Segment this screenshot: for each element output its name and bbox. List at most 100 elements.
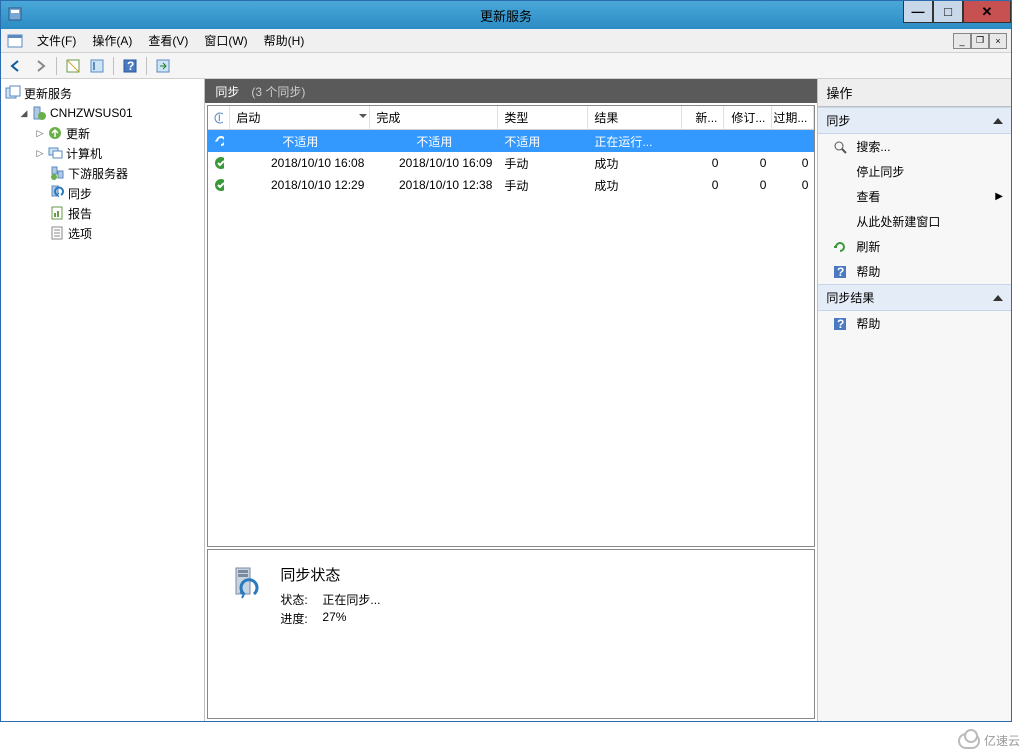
mdi-minimize-button[interactable]: _ bbox=[953, 33, 971, 49]
blank-icon bbox=[832, 214, 848, 230]
menu-action[interactable]: 操作(A) bbox=[84, 29, 140, 52]
properties-button[interactable] bbox=[86, 55, 108, 77]
actions-section-sync-result[interactable]: 同步结果 bbox=[818, 284, 1011, 311]
downstream-icon bbox=[49, 165, 65, 181]
menubar: 文件(F) 操作(A) 查看(V) 窗口(W) 帮助(H) _ ❐ × bbox=[1, 29, 1011, 53]
window-title: 更新服务 bbox=[480, 6, 532, 25]
tree-node-label: 报告 bbox=[68, 205, 92, 222]
success-icon bbox=[214, 156, 224, 170]
blank-icon bbox=[832, 164, 848, 180]
col-new[interactable]: 新... bbox=[682, 106, 724, 129]
help-icon: ? bbox=[832, 316, 848, 332]
tree-node-updates[interactable]: ▷ 更新 bbox=[3, 123, 202, 143]
menu-help[interactable]: 帮助(H) bbox=[256, 29, 313, 52]
detail-title: 同步状态 bbox=[280, 564, 380, 585]
menu-window[interactable]: 窗口(W) bbox=[196, 29, 255, 52]
tree-node-reports[interactable]: 报告 bbox=[3, 203, 202, 223]
sync-toolbar-button[interactable] bbox=[152, 55, 174, 77]
svg-text:?: ? bbox=[127, 59, 134, 73]
toolbar-separator bbox=[56, 57, 57, 75]
center-title: 同步 bbox=[215, 83, 239, 100]
app-window: 更新服务 — □ ✕ 文件(F) 操作(A) 查看(V) 窗口(W) 帮助(H)… bbox=[0, 0, 1012, 722]
tree-node-options[interactable]: 选项 bbox=[3, 223, 202, 243]
detail-pane: 同步状态 状态: 正在同步... 进度: 27% bbox=[207, 549, 815, 719]
svg-text:?: ? bbox=[837, 265, 844, 279]
minimize-button[interactable]: — bbox=[903, 1, 933, 23]
help-icon: ? bbox=[832, 264, 848, 280]
tree-node-downstream[interactable]: 下游服务器 bbox=[3, 163, 202, 183]
submenu-arrow-icon: ▶ bbox=[995, 191, 1003, 202]
svg-text:i: i bbox=[218, 112, 221, 124]
help-button[interactable]: ? bbox=[119, 55, 141, 77]
sort-indicator-icon bbox=[359, 114, 367, 118]
mdi-restore-button[interactable]: ❐ bbox=[971, 33, 989, 49]
center-pane: 同步 (3 个同步) i 启动 完成 类型 结果 新... 修订... 过期..… bbox=[205, 79, 818, 721]
actions-section-sync[interactable]: 同步 bbox=[818, 107, 1011, 134]
tree-root-label: 更新服务 bbox=[24, 85, 72, 102]
maximize-button[interactable]: □ bbox=[933, 1, 963, 23]
table-row[interactable]: 2018/10/10 16:08 2018/10/10 16:09 手动 成功 … bbox=[208, 152, 814, 174]
close-button[interactable]: ✕ bbox=[963, 1, 1011, 23]
table-row[interactable]: 不适用 不适用 不适用 正在运行... bbox=[208, 130, 814, 152]
expander-icon[interactable]: ◢ bbox=[17, 106, 31, 120]
grid-header: i 启动 完成 类型 结果 新... 修订... 过期... bbox=[208, 106, 814, 130]
collapse-icon bbox=[993, 295, 1003, 301]
tree-pane: 更新服务 ◢ CNHZWSUS01 ▷ 更新 ▷ 计算机 下游服务器 bbox=[1, 79, 205, 721]
back-button[interactable] bbox=[5, 55, 27, 77]
expander-icon[interactable]: ▷ bbox=[33, 146, 47, 160]
forward-button[interactable] bbox=[29, 55, 51, 77]
toolbar: ? bbox=[1, 53, 1011, 79]
tree-node-label: 同步 bbox=[68, 185, 92, 202]
show-hide-tree-button[interactable] bbox=[62, 55, 84, 77]
sync-icon bbox=[49, 185, 65, 201]
mdi-close-button[interactable]: × bbox=[989, 33, 1007, 49]
computers-icon bbox=[47, 145, 63, 161]
mmc-icon bbox=[7, 33, 23, 49]
toolbar-separator bbox=[113, 57, 114, 75]
center-count: (3 个同步) bbox=[251, 83, 305, 100]
actions-title: 操作 bbox=[818, 79, 1011, 107]
tree-node-label: 计算机 bbox=[66, 145, 102, 162]
tree-server-label: CNHZWSUS01 bbox=[50, 106, 133, 120]
col-expired[interactable]: 过期... bbox=[772, 106, 814, 129]
action-new-window[interactable]: 从此处新建窗口 bbox=[818, 209, 1011, 234]
progress-value: 27% bbox=[322, 610, 346, 627]
detail-text: 同步状态 状态: 正在同步... 进度: 27% bbox=[280, 564, 380, 704]
progress-label: 进度: bbox=[280, 610, 322, 627]
tree-node-sync[interactable]: 同步 bbox=[3, 183, 202, 203]
action-help-2[interactable]: ? 帮助 bbox=[818, 311, 1011, 336]
titlebar: 更新服务 — □ ✕ bbox=[1, 1, 1011, 29]
tree-node-label: 更新 bbox=[66, 125, 90, 142]
refresh-icon bbox=[832, 239, 848, 255]
tree-server[interactable]: ◢ CNHZWSUS01 bbox=[3, 103, 202, 123]
col-revised[interactable]: 修订... bbox=[724, 106, 772, 129]
action-view[interactable]: 查看 ▶ bbox=[818, 184, 1011, 209]
reports-icon bbox=[49, 205, 65, 221]
col-result[interactable]: 结果 bbox=[588, 106, 682, 129]
tree-node-computers[interactable]: ▷ 计算机 bbox=[3, 143, 202, 163]
expander-icon[interactable]: ▷ bbox=[33, 126, 47, 140]
table-row[interactable]: 2018/10/10 12:29 2018/10/10 12:38 手动 成功 … bbox=[208, 174, 814, 196]
col-end[interactable]: 完成 bbox=[370, 106, 498, 129]
action-stop-sync[interactable]: 停止同步 bbox=[818, 159, 1011, 184]
toolbar-separator bbox=[146, 57, 147, 75]
app-icon bbox=[7, 6, 23, 22]
tree-node-label: 选项 bbox=[68, 225, 92, 242]
status-label: 状态: bbox=[280, 591, 322, 608]
col-info[interactable]: i bbox=[208, 106, 230, 129]
col-start[interactable]: 启动 bbox=[230, 106, 370, 129]
action-refresh[interactable]: 刷新 bbox=[818, 234, 1011, 259]
updates-icon bbox=[47, 125, 63, 141]
action-help[interactable]: ? 帮助 bbox=[818, 259, 1011, 284]
svg-text:?: ? bbox=[837, 317, 844, 331]
menu-file[interactable]: 文件(F) bbox=[29, 29, 84, 52]
col-type[interactable]: 类型 bbox=[498, 106, 588, 129]
action-search[interactable]: 搜索... bbox=[818, 134, 1011, 159]
tree-root[interactable]: 更新服务 bbox=[3, 83, 202, 103]
blank-icon bbox=[832, 189, 848, 205]
server-icon bbox=[31, 105, 47, 121]
success-icon bbox=[214, 178, 224, 192]
window-controls: — □ ✕ bbox=[903, 1, 1011, 23]
menu-view[interactable]: 查看(V) bbox=[140, 29, 196, 52]
status-value: 正在同步... bbox=[322, 591, 380, 608]
